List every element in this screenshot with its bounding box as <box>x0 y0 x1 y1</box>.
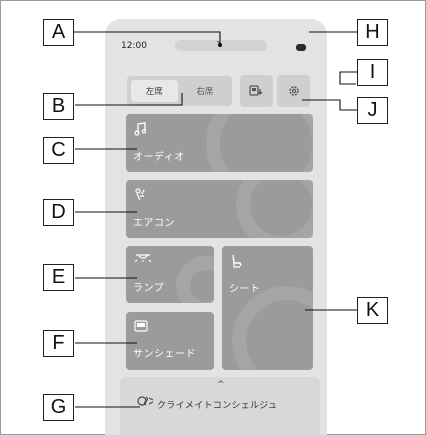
callout-c: C <box>43 137 74 164</box>
lamp-tile[interactable]: ランプ <box>126 246 214 303</box>
callout-i: I <box>357 59 388 86</box>
callout-a: A <box>43 19 74 46</box>
callout-h: H <box>357 19 388 46</box>
audio-tile[interactable]: オーディオ <box>126 114 313 172</box>
clock: 12:00 <box>121 41 147 51</box>
callout-d: D <box>43 199 74 226</box>
aircon-tile[interactable]: エアコン <box>126 180 313 238</box>
gear-icon <box>288 86 299 96</box>
seat-selector: 左席 右席 <box>127 76 232 106</box>
music-note-icon <box>134 122 146 136</box>
tile-decoration <box>206 114 313 172</box>
callout-k: K <box>357 297 388 324</box>
aircon-label: エアコン <box>133 218 175 229</box>
lamp-label: ランプ <box>133 283 165 294</box>
seat-icon <box>232 254 242 268</box>
climate-concierge-panel[interactable]: ^ クライメイトコンシェルジュ <box>120 377 320 435</box>
tile-decoration <box>236 180 313 238</box>
dome-lamp-icon <box>134 254 152 262</box>
callout-g: G <box>43 394 74 421</box>
status-indicator <box>296 44 306 51</box>
chevron-down-icon[interactable]: ⌄ <box>215 36 223 46</box>
audio-label: オーディオ <box>133 152 185 163</box>
sunshade-tile[interactable]: サンシェード <box>126 312 214 370</box>
callout-e: E <box>43 264 74 291</box>
seat-tile[interactable]: シート <box>222 246 313 370</box>
chevron-up-icon[interactable]: ^ <box>217 380 225 390</box>
rear-display-icon <box>248 85 262 96</box>
callout-j: J <box>357 97 388 124</box>
sunshade-icon <box>134 320 148 332</box>
right-seat-tab[interactable]: 右席 <box>182 80 229 102</box>
climate-fan-icon <box>135 188 145 201</box>
rear-display-button[interactable] <box>240 75 273 107</box>
tile-decoration <box>176 256 214 303</box>
callout-b: B <box>43 93 74 120</box>
left-seat-tab[interactable]: 左席 <box>131 80 178 102</box>
callout-f: F <box>43 330 74 357</box>
climate-concierge-icon <box>137 396 154 406</box>
climate-concierge-label: クライメイトコンシェルジュ <box>157 401 278 411</box>
seat-label: シート <box>229 284 261 295</box>
settings-button[interactable] <box>277 75 310 107</box>
tile-decoration <box>232 286 313 370</box>
touch-screen: 12:00 ⌄ 左席 右席 オーディオ エアコン ランプ シート サンシェード … <box>105 19 327 435</box>
sunshade-label: サンシェード <box>133 349 196 360</box>
